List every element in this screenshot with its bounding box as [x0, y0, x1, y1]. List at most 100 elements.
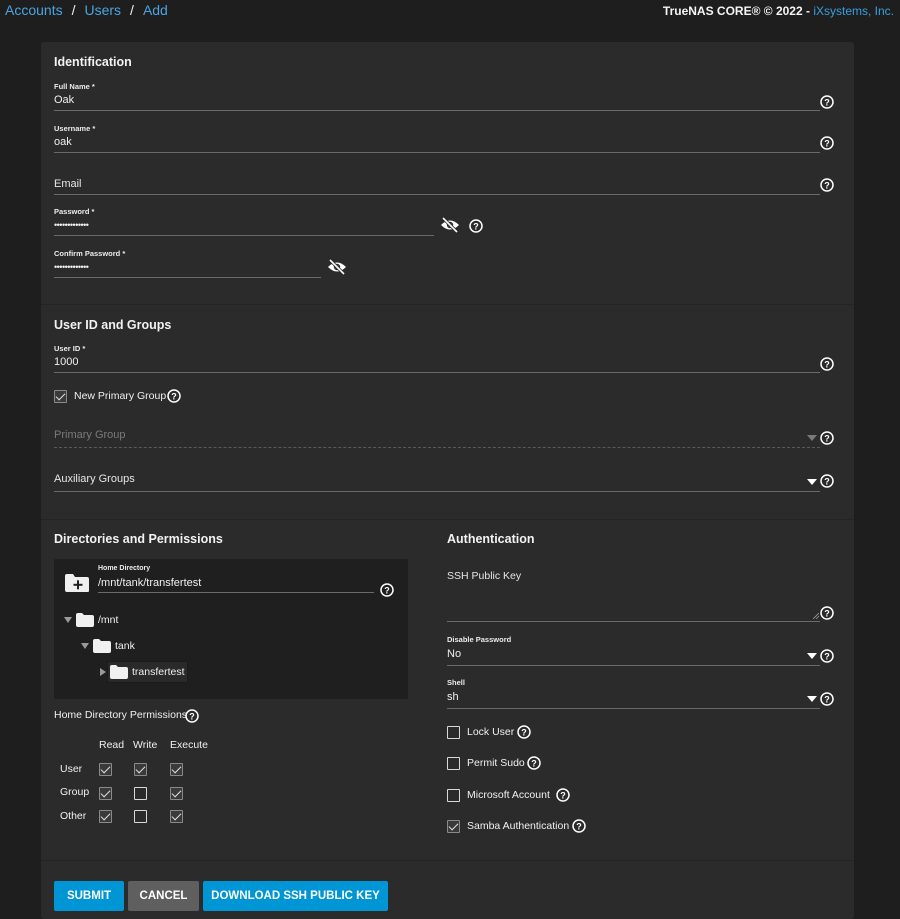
svg-text:?: ?: [824, 694, 830, 704]
new-primary-group-checkbox[interactable]: [54, 390, 67, 403]
brand-copyright: TrueNAS CORE® © 2022 - iXsystems, Inc.: [663, 4, 894, 18]
help-icon[interactable]: ?: [820, 431, 834, 445]
brand-product: TrueNAS CORE® © 2022 -: [662, 4, 814, 18]
help-icon[interactable]: ?: [517, 725, 531, 739]
password-label: Password *: [54, 207, 95, 216]
home-directory-explorer: Home Directory /mnt/tank/transfertest ? …: [54, 559, 408, 699]
auxiliary-groups-placeholder: Auxiliary Groups: [54, 473, 135, 485]
tree-node-tank[interactable]: tank: [115, 640, 135, 652]
expand-triangle-icon[interactable]: [81, 643, 89, 649]
other-write-checkbox[interactable]: [134, 810, 147, 823]
user-id-underline: [54, 372, 820, 373]
user-read-checkbox[interactable]: [99, 763, 112, 776]
shell-select[interactable]: Shell sh: [447, 678, 820, 710]
user-id-field[interactable]: User ID * 1000: [54, 344, 820, 374]
svg-text:?: ?: [531, 758, 537, 768]
eye-off-icon[interactable]: [440, 217, 460, 233]
password-underline: [54, 235, 434, 236]
help-icon[interactable]: ?: [820, 178, 834, 192]
help-icon[interactable]: ?: [820, 692, 834, 706]
authentication-title: Authentication: [447, 532, 535, 546]
user-form-card: Identification Full Name * Oak ? Usernam…: [41, 42, 854, 919]
help-icon[interactable]: ?: [820, 136, 834, 150]
permissions-col-write: Write: [133, 739, 158, 751]
help-icon[interactable]: ?: [820, 649, 834, 663]
caret-down-icon: [807, 653, 817, 659]
other-execute-checkbox[interactable]: [170, 810, 183, 823]
group-write-checkbox[interactable]: [134, 787, 147, 800]
samba-authentication-checkbox[interactable]: [447, 820, 460, 833]
eye-off-icon[interactable]: [327, 259, 347, 275]
help-icon[interactable]: ?: [572, 819, 586, 833]
breadcrumb-add[interactable]: Add: [143, 2, 168, 18]
ssh-public-key-underline: [447, 621, 820, 622]
resize-handle-icon[interactable]: [813, 613, 819, 619]
brand-company-link[interactable]: iXsystems, Inc.: [813, 4, 894, 18]
lock-user-checkbox[interactable]: [447, 726, 460, 739]
username-value: oak: [54, 136, 72, 148]
disable-password-underline: [447, 665, 820, 666]
svg-text:?: ?: [824, 138, 830, 148]
primary-group-underline: [54, 447, 820, 448]
help-icon[interactable]: ?: [820, 95, 834, 109]
home-directory-field[interactable]: Home Directory /mnt/tank/transfertest: [98, 565, 374, 595]
folder-add-icon[interactable]: [64, 573, 90, 593]
permissions-row-user: User: [60, 763, 83, 775]
breadcrumb-accounts[interactable]: Accounts: [5, 2, 63, 18]
collapsed-triangle-icon[interactable]: [100, 668, 106, 676]
group-execute-checkbox[interactable]: [170, 787, 183, 800]
password-value: •••••••••••••: [54, 220, 89, 230]
help-icon[interactable]: ?: [820, 474, 834, 488]
auxiliary-groups-select[interactable]: Auxiliary Groups: [54, 470, 820, 494]
identification-title: Identification: [54, 55, 132, 69]
password-field[interactable]: Password * •••••••••••••: [54, 207, 434, 237]
disable-password-label: Disable Password: [447, 635, 512, 644]
user-write-checkbox[interactable]: [134, 763, 147, 776]
username-field[interactable]: Username * oak: [54, 124, 820, 154]
expand-triangle-icon[interactable]: [64, 617, 72, 623]
disable-password-select[interactable]: Disable Password No: [447, 635, 820, 667]
ssh-public-key-placeholder: SSH Public Key: [447, 570, 522, 582]
confirm-password-underline: [54, 277, 321, 278]
primary-group-select[interactable]: Primary Group: [54, 426, 820, 450]
top-bar: Accounts / Users / Add TrueNAS CORE® © 2022 …: [0, 0, 900, 24]
email-placeholder: Email: [54, 178, 82, 190]
permit-sudo-checkbox[interactable]: [447, 757, 460, 770]
tree-node-mnt[interactable]: /mnt: [98, 614, 118, 626]
submit-button[interactable]: SUBMIT: [54, 881, 124, 911]
download-ssh-public-key-button[interactable]: DOWNLOAD SSH PUBLIC KEY: [203, 881, 388, 911]
full-name-field[interactable]: Full Name * Oak: [54, 82, 820, 112]
home-directory-label: Home Directory: [98, 565, 151, 572]
breadcrumb-separator: /: [71, 2, 76, 18]
section-divider: [41, 304, 854, 305]
folder-icon: [76, 613, 94, 627]
confirm-password-field[interactable]: Confirm Password * •••••••••••••: [54, 249, 321, 279]
help-icon[interactable]: ?: [380, 583, 394, 597]
primary-group-placeholder: Primary Group: [54, 429, 126, 441]
section-divider: [41, 519, 854, 520]
permissions-col-read: Read: [99, 739, 125, 751]
help-icon[interactable]: ?: [469, 219, 483, 233]
ssh-public-key-textarea[interactable]: SSH Public Key: [447, 570, 820, 624]
breadcrumb-users[interactable]: Users: [84, 2, 121, 18]
help-icon[interactable]: ?: [556, 788, 570, 802]
help-icon[interactable]: ?: [185, 709, 199, 723]
group-read-checkbox[interactable]: [99, 787, 112, 800]
help-icon[interactable]: ?: [820, 606, 834, 620]
email-field[interactable]: Email: [54, 172, 820, 196]
caret-down-icon: [807, 696, 817, 702]
help-icon[interactable]: ?: [167, 389, 181, 403]
user-execute-checkbox[interactable]: [170, 763, 183, 776]
user-id-value: 1000: [54, 356, 79, 368]
svg-text:?: ?: [171, 391, 177, 401]
svg-text:?: ?: [473, 221, 479, 231]
cancel-button[interactable]: CANCEL: [128, 881, 199, 911]
user-id-label: User ID *: [54, 344, 86, 353]
tree-node-transfertest[interactable]: transfertest: [132, 666, 185, 678]
other-read-checkbox[interactable]: [99, 810, 112, 823]
help-icon[interactable]: ?: [820, 357, 834, 371]
help-icon[interactable]: ?: [527, 756, 541, 770]
confirm-password-label: Confirm Password *: [54, 249, 126, 258]
microsoft-account-checkbox[interactable]: [447, 789, 460, 802]
folder-icon: [110, 665, 128, 679]
